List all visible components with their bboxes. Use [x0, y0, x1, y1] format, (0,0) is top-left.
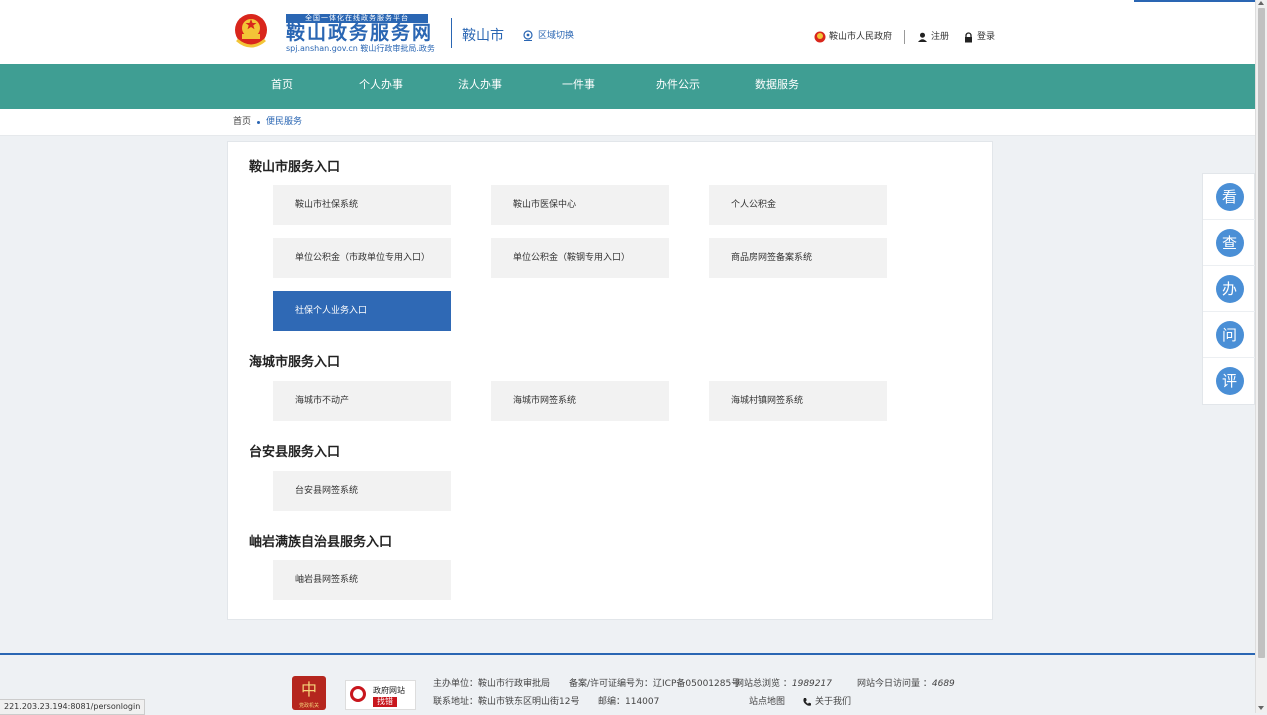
breadcrumb: 首页 便民服务 [233, 116, 302, 128]
scrollbar-thumb[interactable] [1258, 8, 1265, 658]
nav-publicity[interactable]: 办件公示 [656, 64, 700, 109]
footer-sponsor: 主办单位：鞍山市行政审批局 [433, 679, 551, 689]
logo-url-text: spj.anshan.gov.cn 鞍山行政审批局.政务 [286, 44, 435, 53]
side-query-button[interactable]: 查 [1203, 220, 1256, 266]
gov-link[interactable]: 鞍山市人民政府 [814, 30, 892, 44]
handle-icon: 办 [1215, 274, 1244, 303]
footer-total-visits: 网站总浏览 ：1989217 [735, 678, 832, 690]
breadcrumb-bar: 首页 便民服务 [0, 109, 1255, 136]
header-user-links: 鞍山市人民政府 注册 登录 [814, 30, 995, 44]
rate-icon: 评 [1215, 367, 1244, 395]
ask-icon: 问 [1215, 320, 1244, 349]
breadcrumb-home[interactable]: 首页 [233, 116, 251, 128]
section-title-xiuyan: 岫岩满族自治县服务入口 [249, 535, 393, 550]
magnifier-icon [350, 686, 366, 702]
service-personal-housing-fund[interactable]: 个人公积金 [709, 185, 887, 225]
nav-home[interactable]: 首页 [271, 64, 293, 109]
nav-data-service[interactable]: 数据服务 [755, 64, 799, 109]
footer-today-visits: 网站今日访问量 ：4689 [857, 678, 955, 690]
phone-icon [803, 698, 811, 706]
footer-icp: 备案/许可证编号为：辽ICP备05001285号 [569, 679, 741, 689]
vertical-scrollbar[interactable] [1255, 0, 1267, 713]
site-logo-title[interactable]: 鞍山政务服务网 [286, 22, 433, 44]
current-city: 鞍山市 [462, 28, 504, 44]
service-unit-housing-fund-municipal[interactable]: 单位公积金（市政单位专用入口） [273, 238, 451, 278]
national-emblem-icon [235, 14, 267, 48]
service-unit-housing-fund-angang[interactable]: 单位公积金（鞍钢专用入口） [491, 238, 669, 278]
user-icon [918, 32, 928, 42]
site-header: 全国一体化在线政务服务平台 鞍山政务服务网 spj.anshan.gov.cn … [0, 0, 1255, 64]
service-taian-contract[interactable]: 台安县网签系统 [273, 471, 451, 511]
nav-one-thing[interactable]: 一件事 [562, 64, 595, 109]
about-label: 关于我们 [815, 697, 852, 707]
login-link[interactable]: 登录 [963, 30, 995, 44]
footer-sitemap-link[interactable]: 站点地图 [749, 696, 785, 708]
breadcrumb-separator [257, 120, 261, 124]
side-view-button[interactable]: 看 [1203, 174, 1256, 220]
side-rate-button[interactable]: 评 [1203, 358, 1256, 404]
report-error-badge[interactable]: 政府网站 找错 [345, 680, 416, 710]
header-divider [451, 18, 452, 48]
region-switch-link[interactable]: 区域切换 [522, 29, 574, 43]
side-ask-button[interactable]: 问 [1203, 312, 1256, 358]
lock-icon [965, 31, 973, 42]
nav-personal[interactable]: 个人办事 [359, 64, 403, 109]
badge2-line1: 政府网站 [373, 686, 405, 695]
section-title-haicheng: 海城市服务入口 [249, 355, 341, 370]
breadcrumb-current[interactable]: 便民服务 [266, 116, 302, 128]
service-anshan-social-security[interactable]: 鞍山市社保系统 [273, 185, 451, 225]
badge1-char: 中 [300, 680, 317, 699]
service-housing-contract-filing[interactable]: 商品房网签备案系统 [709, 238, 887, 278]
footer-postcode: 邮编：114007 [598, 697, 660, 707]
badge1-sub: 党政机关 [298, 703, 319, 709]
location-pin-icon [523, 30, 533, 41]
side-float-toolbar: 看 查 办 问 评 [1202, 173, 1256, 405]
scroll-down-arrow-icon[interactable] [1258, 706, 1264, 710]
footer-address: 联系地址：鞍山市铁东区明山街12号 [433, 697, 580, 707]
gov-link-label: 鞍山市人民政府 [829, 32, 893, 42]
today-visits-value: 4689 [931, 679, 955, 689]
main-navigation: 首页 个人办事 法人办事 一件事 办件公示 数据服务 [0, 64, 1255, 109]
register-link[interactable]: 注册 [917, 30, 949, 44]
service-xiuyan-contract[interactable]: 岫岩县网签系统 [273, 560, 451, 600]
service-haicheng-village-contract[interactable]: 海城村镇网签系统 [709, 381, 887, 421]
service-anshan-medical-insurance[interactable]: 鞍山市医保中心 [491, 185, 669, 225]
service-haicheng-real-estate[interactable]: 海城市不动产 [273, 381, 451, 421]
query-icon: 查 [1215, 228, 1244, 257]
section-title-anshan: 鞍山市服务入口 [249, 160, 341, 175]
emblem-small-icon [814, 31, 826, 43]
register-label: 注册 [931, 32, 950, 42]
top-accent-line [1134, 0, 1255, 2]
side-handle-button[interactable]: 办 [1203, 266, 1256, 312]
badge2-line2: 找错 [373, 697, 397, 707]
header-separator [904, 30, 906, 44]
section-title-taian: 台安县服务入口 [249, 445, 341, 460]
total-visits-label: 网站总浏览 ： [735, 679, 792, 689]
footer-about-link[interactable]: 关于我们 [802, 696, 851, 708]
service-haicheng-contract[interactable]: 海城市网签系统 [491, 381, 669, 421]
scroll-up-arrow-icon[interactable] [1258, 1, 1264, 5]
login-label: 登录 [977, 32, 996, 42]
view-icon: 看 [1215, 182, 1244, 211]
region-switch-label: 区域切换 [538, 31, 575, 41]
total-visits-value: 1989217 [791, 679, 832, 689]
today-visits-label: 网站今日访问量 ： [857, 679, 932, 689]
nav-legal-entity[interactable]: 法人办事 [458, 64, 502, 109]
party-gov-badge-icon[interactable]: 中 党政机关 [292, 676, 326, 710]
service-social-security-personal[interactable]: 社保个人业务入口 [273, 291, 451, 331]
